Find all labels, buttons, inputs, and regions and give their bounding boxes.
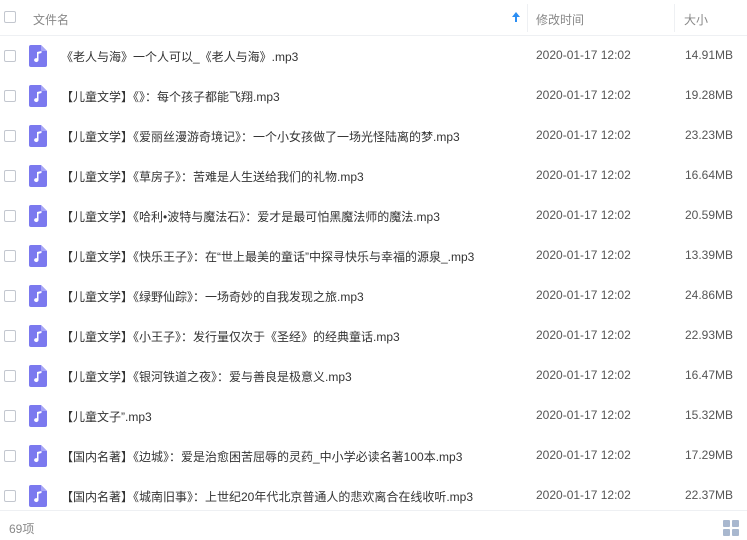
file-modified-time: 2020-01-17 12:02 <box>536 488 631 502</box>
column-divider[interactable] <box>527 4 528 32</box>
grid-view-icon[interactable] <box>722 519 740 537</box>
file-name[interactable]: 【儿童文学】《哈利•波特与魔法石》：爱才是最可怕黑魔法师的魔法.mp3 <box>61 208 521 225</box>
file-row[interactable]: 【儿童文学】《草房子》：苦难是人生送给我们的礼物.mp3 2020-01-17 1… <box>0 156 747 196</box>
audio-file-icon <box>29 445 47 467</box>
file-row-checkbox[interactable] <box>4 370 16 382</box>
file-modified-time: 2020-01-17 12:02 <box>536 168 631 182</box>
audio-file-icon <box>29 365 47 387</box>
file-size: 22.93MB <box>685 328 734 342</box>
file-modified-time: 2020-01-17 12:02 <box>536 408 631 422</box>
file-row[interactable]: 【国内名著】《边城》：爱是治愈困苦屈辱的灵药_中小学必读名著100本.mp3 20… <box>0 436 747 476</box>
file-name[interactable]: 【儿童文学】《绿野仙踪》：一场奇妙的自我发现之旅.mp3 <box>61 288 521 305</box>
file-size: 16.64MB <box>685 168 734 182</box>
file-row[interactable]: 【儿童文学】《快乐王子》：在“世上最美的童话”中探寻快乐与幸福的源泉_.mp3 2… <box>0 236 747 276</box>
file-row-checkbox[interactable] <box>4 210 16 222</box>
file-row-checkbox[interactable] <box>4 170 16 182</box>
file-row[interactable]: 【儿童文子”.mp3 2020-01-17 12:02 15.32MB <box>0 396 747 436</box>
column-header-size[interactable]: 大小 <box>684 11 708 28</box>
file-list-header: 文件名 修改时间 大小 <box>0 0 747 36</box>
file-row[interactable]: 【儿童文学】《绿野仙踪》：一场奇妙的自我发现之旅.mp3 2020-01-17 1… <box>0 276 747 316</box>
audio-file-icon <box>29 85 47 107</box>
audio-file-icon <box>29 165 47 187</box>
file-size: 23.23MB <box>685 128 734 142</box>
file-row[interactable]: 【儿童文学】《哈利•波特与魔法石》：爱才是最可怕黑魔法师的魔法.mp3 2020-… <box>0 196 747 236</box>
file-modified-time: 2020-01-17 12:02 <box>536 208 631 222</box>
file-row-checkbox[interactable] <box>4 90 16 102</box>
audio-file-icon <box>29 205 47 227</box>
file-size: 24.86MB <box>685 288 734 302</box>
audio-file-icon <box>29 325 47 347</box>
file-modified-time: 2020-01-17 12:02 <box>536 448 631 462</box>
file-row-checkbox[interactable] <box>4 410 16 422</box>
audio-file-icon <box>29 125 47 147</box>
file-modified-time: 2020-01-17 12:02 <box>536 288 631 302</box>
file-row-checkbox[interactable] <box>4 290 16 302</box>
file-size: 15.32MB <box>685 408 734 422</box>
file-name[interactable]: 【儿童文学】《爱丽丝漫游奇境记》：一个小女孩做了一场光怪陆离的梦.mp3 <box>61 128 521 145</box>
file-size: 20.59MB <box>685 208 734 222</box>
file-row-checkbox[interactable] <box>4 450 16 462</box>
file-row[interactable]: 【儿童文学】《》：每个孩子都能飞翔.mp3 2020-01-17 12:02 19.… <box>0 76 747 116</box>
column-divider[interactable] <box>674 4 675 32</box>
status-bar: 69项 <box>0 510 747 540</box>
file-name[interactable]: 【儿童文学】《小王子》：发行量仅次于《圣经》的经典童话.mp3 <box>61 328 521 345</box>
file-row[interactable]: 【儿童文学】《银河铁道之夜》：爱与善良是极意义.mp3 2020-01-17 12… <box>0 356 747 396</box>
audio-file-icon <box>29 45 47 67</box>
file-row[interactable]: 【儿童文学】《爱丽丝漫游奇境记》：一个小女孩做了一场光怪陆离的梦.mp3 2020… <box>0 116 747 156</box>
file-modified-time: 2020-01-17 12:02 <box>536 328 631 342</box>
file-name[interactable]: 《老人与海》一个人可以_《老人与海》.mp3 <box>61 48 521 65</box>
file-name[interactable]: 【儿童文子”.mp3 <box>61 408 521 425</box>
file-row-checkbox[interactable] <box>4 50 16 62</box>
audio-file-icon <box>29 245 47 267</box>
audio-file-icon <box>29 285 47 307</box>
file-size: 14.91MB <box>685 48 734 62</box>
arrow-up-icon[interactable] <box>511 11 521 23</box>
file-name[interactable]: 【国内名著】《城南旧事》：上世纪20年代北京普通人的悲欢离合在线收听.mp3 <box>61 488 521 505</box>
file-row-checkbox[interactable] <box>4 250 16 262</box>
file-modified-time: 2020-01-17 12:02 <box>536 88 631 102</box>
file-modified-time: 2020-01-17 12:02 <box>536 248 631 262</box>
file-size: 17.29MB <box>685 448 734 462</box>
file-size: 13.39MB <box>685 248 734 262</box>
audio-file-icon <box>29 485 47 507</box>
file-modified-time: 2020-01-17 12:02 <box>536 368 631 382</box>
item-count: 69项 <box>9 522 35 536</box>
file-size: 19.28MB <box>685 88 734 102</box>
file-name[interactable]: 【国内名著】《边城》：爱是治愈困苦屈辱的灵药_中小学必读名著100本.mp3 <box>61 448 521 465</box>
file-row-checkbox[interactable] <box>4 330 16 342</box>
file-row[interactable]: 【儿童文学】《小王子》：发行量仅次于《圣经》的经典童话.mp3 2020-01-1… <box>0 316 747 356</box>
file-row[interactable]: 《老人与海》一个人可以_《老人与海》.mp3 2020-01-17 12:02 14… <box>0 36 747 76</box>
select-all-checkbox[interactable] <box>4 11 16 23</box>
file-modified-time: 2020-01-17 12:02 <box>536 128 631 142</box>
column-header-name[interactable]: 文件名 <box>33 11 69 28</box>
file-name[interactable]: 【儿童文学】《》：每个孩子都能飞翔.mp3 <box>61 88 521 105</box>
file-row-checkbox[interactable] <box>4 130 16 142</box>
file-size: 16.47MB <box>685 368 734 382</box>
file-modified-time: 2020-01-17 12:02 <box>536 48 631 62</box>
column-header-modified-time[interactable]: 修改时间 <box>536 11 584 28</box>
file-row-checkbox[interactable] <box>4 490 16 502</box>
audio-file-icon <box>29 405 47 427</box>
file-name[interactable]: 【儿童文学】《快乐王子》：在“世上最美的童话”中探寻快乐与幸福的源泉_.mp3 <box>61 248 521 265</box>
file-name[interactable]: 【儿童文学】《银河铁道之夜》：爱与善良是极意义.mp3 <box>61 368 521 385</box>
file-name[interactable]: 【儿童文学】《草房子》：苦难是人生送给我们的礼物.mp3 <box>61 168 521 185</box>
file-size: 22.37MB <box>685 488 734 502</box>
